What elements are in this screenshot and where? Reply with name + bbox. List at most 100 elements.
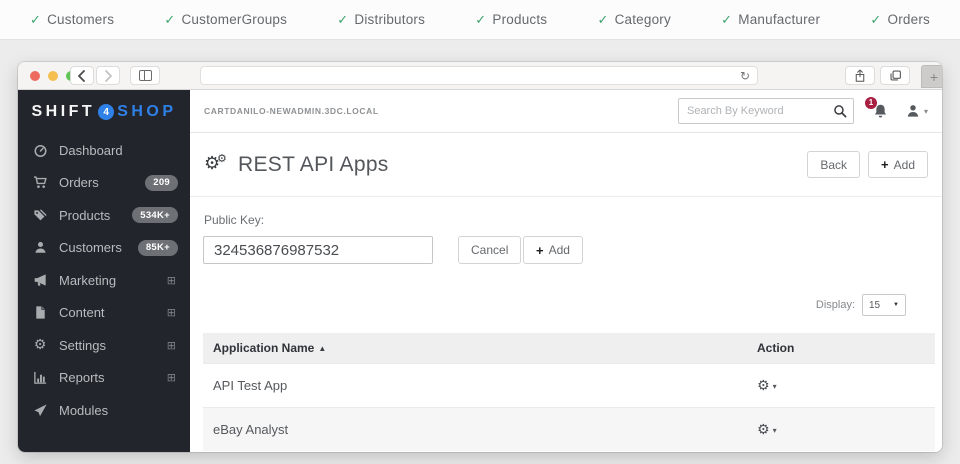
- nav-label: CustomerGroups: [181, 12, 287, 27]
- refresh-icon[interactable]: ↻: [740, 69, 750, 83]
- public-key-add-button[interactable]: +Add: [523, 236, 583, 264]
- sidebar-item-label: Modules: [59, 403, 108, 418]
- table-row: API Test App ⚙ ▾: [203, 363, 935, 407]
- url-bar[interactable]: ↻: [200, 66, 758, 85]
- sidebar-item-label: Customers: [59, 240, 122, 255]
- display-select-value: 15: [869, 300, 880, 311]
- nav-label: Orders: [888, 12, 930, 27]
- public-key-input[interactable]: [203, 236, 433, 264]
- sidebar-panes-icon: [139, 70, 152, 81]
- tags-icon: [32, 207, 48, 223]
- sidebar-item-label: Content: [59, 305, 105, 320]
- expand-icon[interactable]: ⊞: [167, 306, 176, 319]
- admin-app: SHIFT 4 SHOP Dashboard Orders 209: [18, 90, 942, 452]
- nav-item-distributors[interactable]: ✓Distributors: [337, 12, 425, 28]
- sidebar-item-customers[interactable]: Customers 85K+: [18, 232, 190, 265]
- nav-item-manufacturer[interactable]: ✓Manufacturer: [721, 12, 820, 28]
- new-tab-button[interactable]: +: [921, 65, 942, 88]
- app-name-cell: API Test App: [203, 378, 757, 393]
- sidebar: SHIFT 4 SHOP Dashboard Orders 209: [18, 90, 190, 452]
- sidebar-item-dashboard[interactable]: Dashboard: [18, 134, 190, 167]
- sidebar-toggle-button[interactable]: [130, 66, 160, 85]
- display-label: Display:: [816, 299, 855, 311]
- expand-icon[interactable]: ⊞: [167, 339, 176, 352]
- browser-back-button[interactable]: [70, 66, 94, 85]
- sidebar-item-reports[interactable]: Reports ⊞: [18, 362, 190, 395]
- sidebar-item-label: Marketing: [59, 273, 116, 288]
- nav-item-category[interactable]: ✓ Category: [597, 12, 670, 28]
- search-input[interactable]: [679, 105, 827, 117]
- nav-item-products[interactable]: ✓ Products: [475, 12, 547, 28]
- page-title-bar: ⚙⚙ REST API Apps Back +Add: [190, 133, 942, 197]
- sidebar-item-content[interactable]: Content ⊞: [18, 297, 190, 330]
- sidebar-item-label: Reports: [59, 370, 105, 385]
- user-menu-button[interactable]: ▾: [905, 103, 928, 119]
- logo-4-badge: 4: [98, 104, 114, 120]
- apps-table: Application Name ▲ Action API Test App ⚙…: [203, 333, 935, 451]
- plus-icon: +: [930, 69, 938, 85]
- main-area: CARTDANILO-NEWADMIN.3DC.LOCAL 1 ▾: [190, 90, 942, 452]
- store-domain: CARTDANILO-NEWADMIN.3DC.LOCAL: [204, 106, 379, 116]
- gear-icon: ⚙: [757, 423, 770, 437]
- expand-icon[interactable]: ⊞: [167, 371, 176, 384]
- sidebar-item-modules[interactable]: Modules: [18, 394, 190, 427]
- table-row: eBay Analyst ⚙ ▾: [203, 407, 935, 451]
- sort-ascending-icon: ▲: [318, 344, 326, 353]
- search-button[interactable]: [827, 99, 853, 123]
- shift4shop-logo[interactable]: SHIFT 4 SHOP: [18, 90, 190, 134]
- check-icon: ✓: [475, 12, 486, 28]
- minimize-window-button[interactable]: [48, 71, 58, 81]
- test-status-bar: ✓Customers ✓ CustomerGroups ✓Distributors…: [0, 0, 960, 40]
- row-actions-button[interactable]: ⚙ ▾: [757, 379, 777, 393]
- orders-count-badge: 209: [145, 175, 178, 191]
- show-tabs-button[interactable]: [880, 66, 910, 85]
- sidebar-item-settings[interactable]: ⚙ Settings ⊞: [18, 329, 190, 362]
- display-select[interactable]: 15 ▼: [862, 294, 906, 316]
- sidebar-item-label: Settings: [59, 338, 106, 353]
- search-icon: [833, 104, 847, 118]
- back-button[interactable]: Back: [807, 151, 860, 178]
- plus-icon: +: [881, 157, 889, 172]
- nav-label: Manufacturer: [738, 12, 820, 27]
- column-action: Action: [757, 341, 935, 355]
- bar-chart-icon: [32, 370, 48, 386]
- display-count-control: Display: 15 ▼: [816, 294, 906, 316]
- nav-item-orders[interactable]: ✓ Orders: [870, 12, 930, 28]
- nav-item-customergroups[interactable]: ✓ CustomerGroups: [164, 12, 287, 28]
- chevron-right-icon: [103, 70, 113, 82]
- browser-forward-button[interactable]: [96, 66, 120, 85]
- check-icon: ✓: [597, 12, 608, 28]
- cancel-button[interactable]: Cancel: [458, 236, 521, 264]
- public-key-label: Public Key:: [204, 213, 264, 227]
- logo-text-shift: SHIFT: [31, 103, 95, 121]
- add-app-button[interactable]: +Add: [868, 151, 928, 178]
- admin-header: CARTDANILO-NEWADMIN.3DC.LOCAL 1 ▾: [190, 90, 942, 133]
- share-button[interactable]: [845, 66, 875, 85]
- megaphone-icon: [32, 272, 48, 288]
- sidebar-item-orders[interactable]: Orders 209: [18, 167, 190, 200]
- notifications-button[interactable]: 1: [872, 103, 889, 120]
- row-actions-button[interactable]: ⚙ ▾: [757, 423, 777, 437]
- close-window-button[interactable]: [30, 71, 40, 81]
- gear-icon: ⚙: [757, 379, 770, 393]
- nav-label: Products: [492, 12, 547, 27]
- check-icon: ✓: [870, 12, 881, 28]
- check-icon: ✓: [164, 12, 175, 28]
- table-header: Application Name ▲ Action: [203, 333, 935, 363]
- logo-text-shop: SHOP: [117, 103, 176, 121]
- sidebar-item-marketing[interactable]: Marketing ⊞: [18, 264, 190, 297]
- page-title: REST API Apps: [238, 153, 389, 177]
- expand-icon[interactable]: ⊞: [167, 274, 176, 287]
- nav-label: Category: [615, 12, 671, 27]
- share-icon: [854, 69, 866, 83]
- column-application-name[interactable]: Application Name ▲: [203, 341, 757, 355]
- tabs-icon: [889, 69, 902, 82]
- check-icon: ✓: [30, 12, 41, 28]
- chevron-down-icon: ▾: [773, 426, 777, 435]
- sidebar-item-products[interactable]: Products 534K+: [18, 199, 190, 232]
- notification-count-badge: 1: [864, 96, 878, 110]
- gears-icon: ⚙: [32, 337, 48, 353]
- user-icon: [905, 103, 921, 119]
- nav-item-customers[interactable]: ✓Customers: [30, 12, 114, 28]
- customers-count-badge: 85K+: [138, 240, 178, 256]
